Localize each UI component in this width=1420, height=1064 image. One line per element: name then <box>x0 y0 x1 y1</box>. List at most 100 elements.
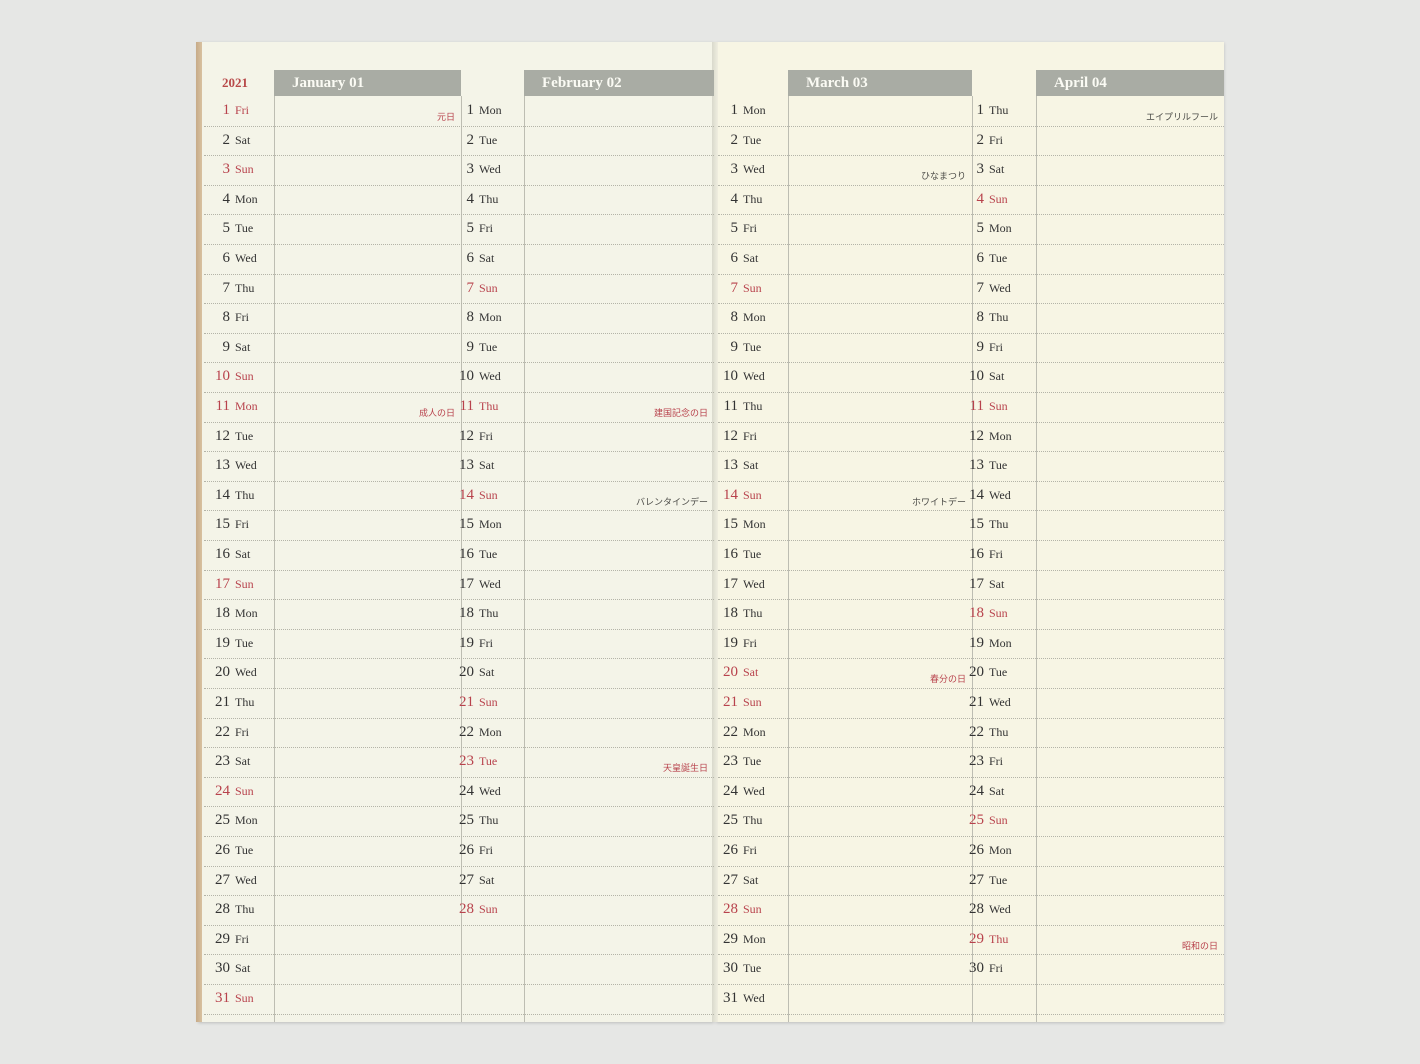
day-row[interactable]: 23 Tue <box>716 747 761 776</box>
day-row[interactable]: 15 Thu <box>962 510 1008 539</box>
day-row[interactable]: 3 Sun <box>208 155 254 184</box>
day-row[interactable]: 20 Sat <box>716 658 758 687</box>
day-row[interactable]: 27 Sat <box>716 866 758 895</box>
day-row[interactable]: 4 Mon <box>208 185 258 214</box>
day-row[interactable]: 25 Sun <box>962 806 1008 835</box>
day-row[interactable]: 11 Mon <box>208 392 258 421</box>
day-row[interactable]: 8 Fri <box>208 303 250 332</box>
day-row[interactable]: 1 Fri <box>208 96 250 125</box>
day-row[interactable]: 21 Sun <box>716 688 762 717</box>
day-row[interactable]: 21 Wed <box>962 688 1011 717</box>
day-row[interactable]: 5 Mon <box>962 214 1012 243</box>
day-row[interactable]: 14 Sun <box>716 481 762 510</box>
day-row[interactable]: 25 Mon <box>208 806 258 835</box>
day-row[interactable]: 26 Mon <box>962 836 1012 865</box>
day-row[interactable]: 6 Sat <box>452 244 495 273</box>
day-row[interactable]: 12 Fri <box>716 422 757 451</box>
day-row[interactable]: 9 Tue <box>716 333 762 362</box>
day-row[interactable]: 5 Tue <box>208 214 254 243</box>
day-row[interactable]: 5 Fri <box>716 214 758 243</box>
day-row[interactable]: 16 Tue <box>452 540 497 569</box>
day-row[interactable]: 2 Fri <box>962 126 1004 155</box>
day-row[interactable]: 29 Mon <box>716 925 766 954</box>
day-row[interactable]: 25 Thu <box>716 806 762 835</box>
day-row[interactable]: 7 Sun <box>716 274 762 303</box>
day-row[interactable]: 19 Tue <box>208 629 253 658</box>
day-row[interactable]: 24 Sun <box>208 777 254 806</box>
day-row[interactable]: 17 Sat <box>962 570 1004 599</box>
day-row[interactable]: 10 Sat <box>962 362 1004 391</box>
day-row[interactable]: 30 Fri <box>962 954 1003 983</box>
day-row[interactable]: 29 Thu <box>962 925 1008 954</box>
day-row[interactable]: 1 Mon <box>452 96 502 125</box>
day-row[interactable]: 15 Fri <box>208 510 249 539</box>
day-row[interactable]: 16 Tue <box>716 540 761 569</box>
day-row[interactable]: 22 Fri <box>208 718 249 747</box>
day-row[interactable]: 11 Sun <box>962 392 1008 421</box>
day-row[interactable]: 10 Wed <box>716 362 765 391</box>
day-row[interactable]: 18 Thu <box>452 599 498 628</box>
day-row[interactable]: 27 Wed <box>208 866 257 895</box>
day-row[interactable]: 29 Fri <box>208 925 249 954</box>
day-row[interactable]: 14 Sun <box>452 481 498 510</box>
day-row[interactable]: 22 Thu <box>962 718 1008 747</box>
day-row[interactable]: 4 Thu <box>716 185 763 214</box>
day-row[interactable]: 21 Thu <box>208 688 254 717</box>
day-row[interactable]: 20 Wed <box>208 658 257 687</box>
day-row[interactable]: 2 Sat <box>208 126 251 155</box>
day-row[interactable]: 26 Fri <box>716 836 757 865</box>
day-row[interactable]: 21 Sun <box>452 688 498 717</box>
day-row[interactable]: 31 Sun <box>208 984 254 1013</box>
day-row[interactable]: 24 Wed <box>716 777 765 806</box>
day-row[interactable]: 24 Wed <box>452 777 501 806</box>
day-row[interactable]: 13 Tue <box>962 451 1007 480</box>
day-row[interactable]: 19 Mon <box>962 629 1012 658</box>
day-row[interactable]: 22 Mon <box>452 718 502 747</box>
day-row[interactable]: 20 Tue <box>962 658 1007 687</box>
day-row[interactable]: 1 Thu <box>962 96 1009 125</box>
day-row[interactable]: 2 Tue <box>716 126 762 155</box>
day-row[interactable]: 2 Tue <box>452 126 498 155</box>
day-row[interactable]: 12 Tue <box>208 422 253 451</box>
day-row[interactable]: 28 Wed <box>962 895 1011 924</box>
day-row[interactable]: 18 Thu <box>716 599 762 628</box>
day-row[interactable]: 3 Sat <box>962 155 1005 184</box>
day-row[interactable]: 28 Sun <box>452 895 498 924</box>
day-row[interactable]: 17 Wed <box>452 570 501 599</box>
day-row[interactable]: 8 Mon <box>716 303 766 332</box>
day-row[interactable]: 25 Thu <box>452 806 498 835</box>
day-row[interactable]: 27 Tue <box>962 866 1007 895</box>
day-row[interactable]: 12 Fri <box>452 422 493 451</box>
day-row[interactable]: 10 Wed <box>452 362 501 391</box>
day-row[interactable]: 8 Mon <box>452 303 502 332</box>
day-row[interactable]: 7 Sun <box>452 274 498 303</box>
day-row[interactable]: 20 Sat <box>452 658 494 687</box>
day-row[interactable]: 22 Mon <box>716 718 766 747</box>
day-row[interactable]: 13 Wed <box>208 451 257 480</box>
day-row[interactable]: 4 Thu <box>452 185 499 214</box>
day-row[interactable]: 14 Thu <box>208 481 254 510</box>
day-row[interactable]: 26 Fri <box>452 836 493 865</box>
day-row[interactable]: 18 Mon <box>208 599 258 628</box>
day-row[interactable]: 6 Sat <box>716 244 759 273</box>
day-row[interactable]: 4 Sun <box>962 185 1008 214</box>
day-row[interactable]: 7 Wed <box>962 274 1011 303</box>
day-row[interactable]: 31 Wed <box>716 984 765 1013</box>
day-row[interactable]: 15 Mon <box>716 510 766 539</box>
day-row[interactable]: 6 Wed <box>208 244 257 273</box>
day-row[interactable]: 13 Sat <box>452 451 494 480</box>
day-row[interactable]: 16 Sat <box>208 540 250 569</box>
day-row[interactable]: 14 Wed <box>962 481 1011 510</box>
day-row[interactable]: 23 Tue <box>452 747 497 776</box>
day-row[interactable]: 28 Sun <box>716 895 762 924</box>
day-row[interactable]: 28 Thu <box>208 895 254 924</box>
day-row[interactable]: 23 Fri <box>962 747 1003 776</box>
day-row[interactable]: 9 Sat <box>208 333 251 362</box>
day-row[interactable]: 9 Fri <box>962 333 1004 362</box>
day-row[interactable]: 5 Fri <box>452 214 494 243</box>
day-row[interactable]: 15 Mon <box>452 510 502 539</box>
day-row[interactable]: 11 Thu <box>452 392 499 421</box>
day-row[interactable]: 19 Fri <box>452 629 493 658</box>
day-row[interactable]: 24 Sat <box>962 777 1004 806</box>
day-row[interactable]: 18 Sun <box>962 599 1008 628</box>
